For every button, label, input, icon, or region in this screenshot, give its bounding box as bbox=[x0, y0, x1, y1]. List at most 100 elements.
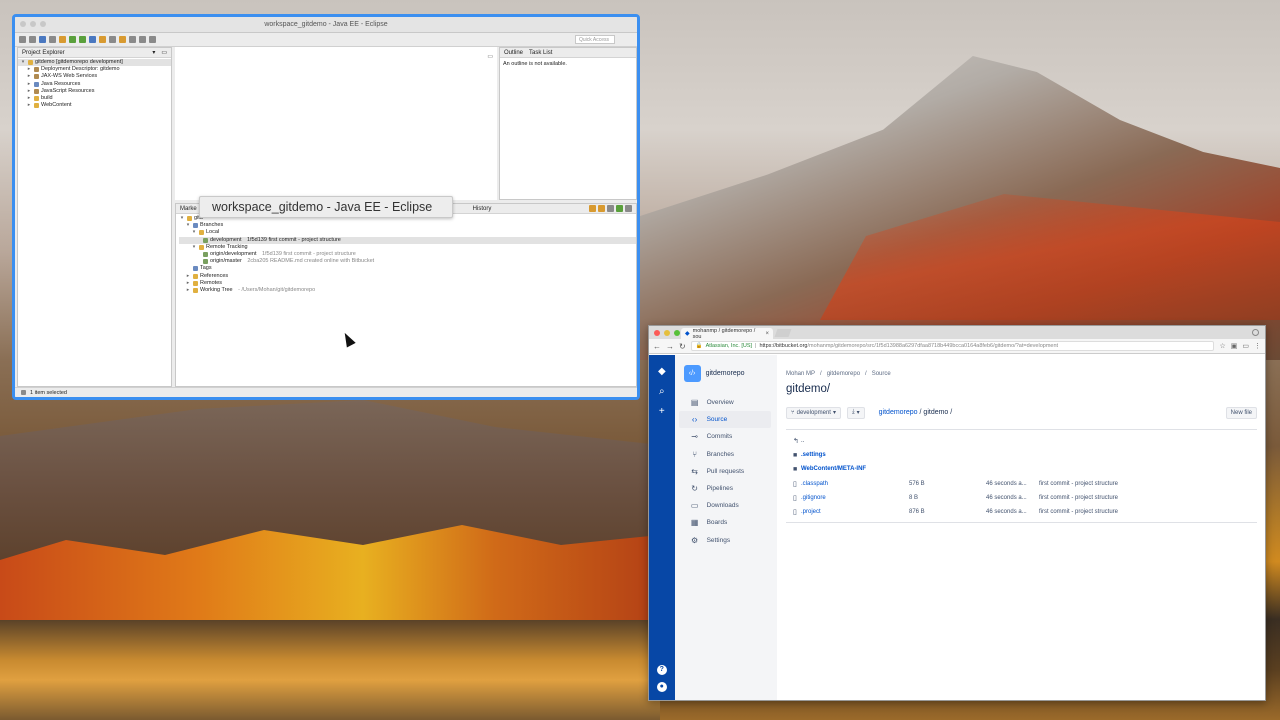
search-icon[interactable] bbox=[129, 36, 136, 43]
sidebar-item-boards[interactable]: ▦ Boards bbox=[679, 514, 771, 531]
close-window-button[interactable] bbox=[654, 330, 660, 336]
git-local-branch-development[interactable]: development 1f5d139 first commit - proje… bbox=[179, 236, 636, 244]
file-name-link[interactable]: .classpath bbox=[801, 481, 909, 487]
forward-icon[interactable]: → bbox=[666, 342, 674, 351]
reload-icon[interactable]: ↻ bbox=[679, 342, 686, 351]
editor-area[interactable]: ▭ bbox=[175, 47, 497, 200]
bookmark-star-icon[interactable]: ☆ bbox=[1219, 342, 1225, 350]
project-tree-item[interactable]: ▸ Java Resources bbox=[18, 81, 171, 88]
profile-icon[interactable] bbox=[1252, 329, 1259, 336]
git-remote-branch-master[interactable]: origin/master 2cba205 README.md created … bbox=[179, 258, 636, 265]
project-tree-item[interactable]: ▾ gitdemo [gitdemorepo development] bbox=[18, 59, 171, 67]
project-tree-item[interactable]: ▸ WebContent bbox=[18, 102, 171, 109]
coverage-icon[interactable] bbox=[89, 36, 96, 43]
minimize-icon[interactable]: ▭ bbox=[161, 49, 167, 56]
file-row[interactable]: ↰.. bbox=[786, 434, 1257, 448]
sidebar-item-branches[interactable]: ⑂ Branches bbox=[679, 446, 771, 463]
open-type-icon[interactable] bbox=[109, 36, 116, 43]
file-row[interactable]: ▯ .project 876 B 46 seconds a... first commi… bbox=[786, 505, 1257, 519]
minimize-window-button[interactable] bbox=[664, 330, 670, 336]
file-name-link[interactable]: WebContent/META-INF bbox=[801, 466, 909, 472]
sidebar-item-settings[interactable]: ⚙ Settings bbox=[679, 532, 771, 549]
git-references-node[interactable]: ▸ References bbox=[179, 273, 636, 280]
close-tab-icon[interactable]: × bbox=[765, 331, 769, 337]
forward-icon[interactable] bbox=[149, 36, 156, 43]
sidebar-item-source[interactable]: ‹› Source bbox=[678, 411, 771, 429]
minimize-window-button[interactable] bbox=[30, 21, 36, 27]
file-name-link[interactable]: .. bbox=[801, 438, 909, 444]
project-tree-item[interactable]: ▸ JAX-WS Web Services bbox=[18, 73, 171, 80]
file-row[interactable]: ■ .settings bbox=[786, 448, 1257, 462]
eclipse-titlebar[interactable]: workspace_gitdemo - Java EE - Eclipse bbox=[15, 17, 637, 33]
expand-toggle-icon[interactable]: ▸ bbox=[26, 73, 32, 80]
help-icon[interactable]: ? bbox=[656, 665, 667, 675]
sidebar-item-pull-requests[interactable]: ⇆ Pull requests bbox=[679, 463, 771, 480]
git-local-node[interactable]: ▾ Local bbox=[179, 229, 636, 236]
window-controls[interactable] bbox=[654, 330, 680, 336]
browser-window[interactable]: ◆ mohanmp / gitdemorepo / sou × ← → ↻ 🔒 … bbox=[648, 325, 1266, 701]
clone-repo-icon[interactable] bbox=[598, 205, 605, 212]
print-icon[interactable] bbox=[39, 36, 46, 43]
tab-history[interactable]: History bbox=[473, 206, 492, 212]
project-tree-item[interactable]: ▸ build bbox=[18, 95, 171, 102]
sidebar-item-commits[interactable]: ⊸ Commits bbox=[679, 428, 771, 445]
git-branches-node[interactable]: ▾ Branches bbox=[179, 222, 636, 229]
tab-task-list[interactable]: Task List bbox=[529, 50, 552, 56]
extension-icon[interactable]: ▣ bbox=[1231, 342, 1238, 350]
expand-toggle-icon[interactable]: ▸ bbox=[26, 81, 32, 88]
path-repo-link[interactable]: gitdemorepo bbox=[879, 409, 918, 416]
close-window-button[interactable] bbox=[20, 21, 26, 27]
new-icon[interactable] bbox=[19, 36, 26, 43]
bitbucket-logo-icon[interactable]: ◆ bbox=[658, 367, 666, 377]
new-file-button[interactable]: New file bbox=[1225, 406, 1257, 419]
project-tree-item[interactable]: ▸ Deployment Descriptor: gitdemo bbox=[18, 66, 171, 73]
download-button[interactable]: ⤓ ▾ bbox=[846, 406, 865, 419]
server-icon[interactable] bbox=[59, 36, 66, 43]
cast-icon[interactable]: ▭ bbox=[1242, 342, 1249, 350]
git-remote-tracking-node[interactable]: ▾ Remote Tracking bbox=[179, 244, 636, 251]
file-row[interactable]: ▯ .classpath 576 B 46 seconds a... first com… bbox=[786, 477, 1257, 491]
breadcrumb-link[interactable]: gitdemorepo bbox=[827, 371, 860, 377]
breadcrumb-link[interactable]: Mohan MP bbox=[786, 371, 815, 377]
zoom-window-button[interactable] bbox=[674, 330, 680, 336]
browser-menu-icon[interactable]: ⋮ bbox=[1254, 342, 1261, 350]
file-name-link[interactable]: .gitignore bbox=[801, 495, 909, 501]
file-name-link[interactable]: .settings bbox=[801, 452, 909, 458]
git-remotes-node[interactable]: ▸ Remotes bbox=[179, 280, 636, 287]
file-row[interactable]: ■ WebContent/META-INF bbox=[786, 462, 1257, 476]
link-with-selection-icon[interactable] bbox=[625, 205, 632, 212]
new-tab-button[interactable] bbox=[774, 329, 792, 337]
zoom-window-button[interactable] bbox=[40, 21, 46, 27]
back-icon[interactable] bbox=[139, 36, 146, 43]
project-tree-item[interactable]: ▸ JavaScript Resources bbox=[18, 88, 171, 95]
expand-toggle-icon[interactable]: ▾ bbox=[20, 59, 26, 66]
git-repo-tree[interactable]: ▾ gitd ▾ Branches ▾ Local development 1f5d1… bbox=[176, 214, 636, 294]
window-controls[interactable] bbox=[20, 21, 46, 27]
sidebar-item-overview[interactable]: ▤ Overview bbox=[679, 394, 771, 411]
expand-toggle-icon[interactable]: ▸ bbox=[26, 95, 32, 102]
sidebar-item-downloads[interactable]: ▭ Downloads bbox=[679, 497, 771, 514]
view-menu-icon[interactable]: ▾ bbox=[152, 49, 155, 56]
expand-toggle-icon[interactable]: ▸ bbox=[26, 102, 32, 109]
tab-outline[interactable]: Outline bbox=[504, 50, 523, 56]
git-working-tree-node[interactable]: ▸ Working Tree - /Users/Mohan/git/gitdemo… bbox=[179, 287, 636, 294]
add-repo-icon[interactable] bbox=[589, 205, 596, 212]
project-explorer-tab[interactable]: Project Explorer ▾ ▭ bbox=[18, 48, 171, 58]
file-row[interactable]: ▯ .gitignore 8 B 46 seconds a... first commi… bbox=[786, 491, 1257, 505]
file-name-link[interactable]: .project bbox=[801, 509, 909, 515]
create-plus-icon[interactable]: + bbox=[659, 407, 665, 417]
save-icon[interactable] bbox=[29, 36, 36, 43]
search-icon[interactable]: ⌕ bbox=[659, 387, 665, 397]
repo-header[interactable]: ‹/› gitdemorepo bbox=[675, 365, 777, 382]
git-remote-branch-development[interactable]: origin/development 1f5d139 first commit … bbox=[179, 251, 636, 258]
user-avatar-icon[interactable]: ● bbox=[656, 682, 667, 692]
debug-icon[interactable] bbox=[69, 36, 76, 43]
tab-markers[interactable]: Marke bbox=[180, 206, 197, 212]
editor-maximize-icon[interactable]: ▭ bbox=[487, 53, 493, 60]
git-tags-node[interactable]: Tags bbox=[179, 265, 636, 272]
project-explorer-tree[interactable]: ▾ gitdemo [gitdemorepo development] ▸ Deplo… bbox=[18, 58, 171, 109]
branch-selector[interactable]: ⑂ development ▾ bbox=[786, 406, 841, 419]
create-repo-icon[interactable] bbox=[607, 205, 614, 212]
run-icon[interactable] bbox=[79, 36, 86, 43]
sidebar-item-pipelines[interactable]: ↻ Pipelines bbox=[679, 480, 771, 497]
